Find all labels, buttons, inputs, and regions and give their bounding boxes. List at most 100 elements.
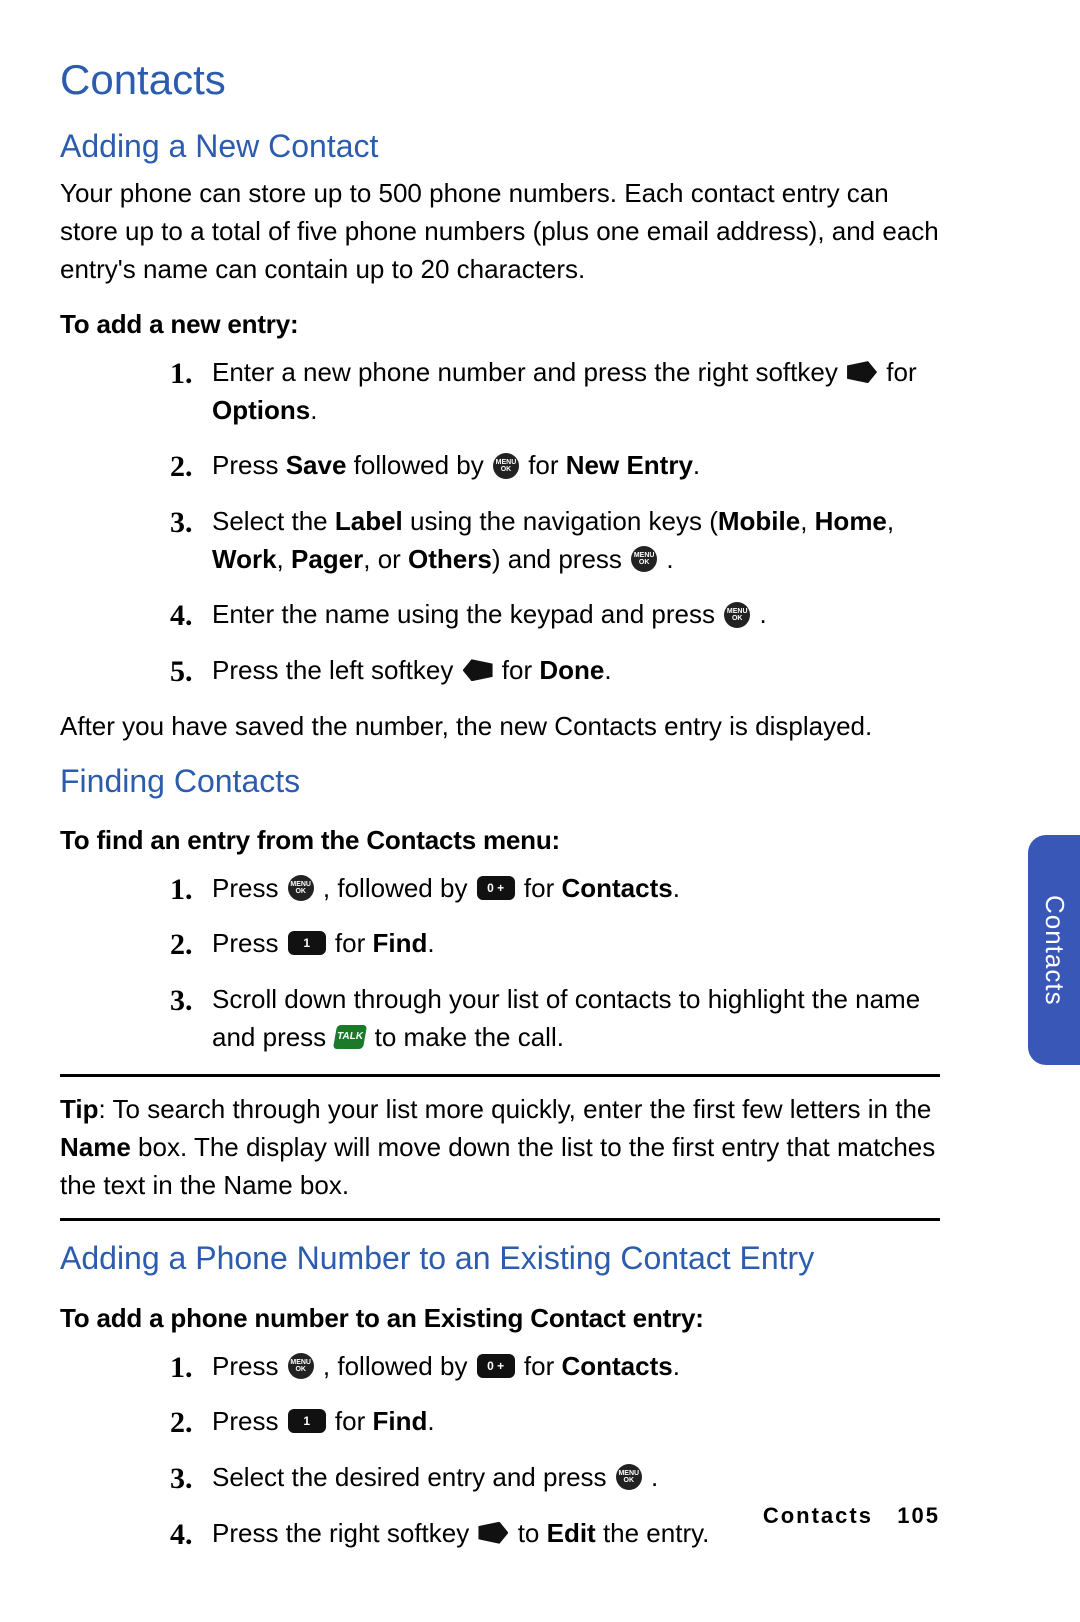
list-item: 2. Press 1 for Find. (170, 1403, 940, 1441)
text: , (277, 544, 291, 574)
page-footer: Contacts 105 (0, 1500, 1000, 1532)
text: , followed by (323, 1351, 475, 1381)
divider (60, 1218, 940, 1221)
text: followed by (346, 450, 491, 480)
sub-find-entry: To find an entry from the Contacts menu: (60, 822, 940, 860)
menu-ok-icon (724, 602, 750, 628)
text: Press (212, 1351, 286, 1381)
key-1-icon: 1 (288, 931, 326, 955)
text: , followed by (323, 873, 475, 903)
text-bold: Find (373, 928, 428, 958)
text: . (673, 873, 680, 903)
menu-ok-icon (288, 1353, 314, 1379)
text: box. The display will move down the list… (60, 1132, 935, 1200)
heading-finding: Finding Contacts (60, 758, 940, 804)
list-item: 4. Enter the name using the keypad and p… (170, 596, 940, 634)
text-bold: Others (408, 544, 492, 574)
text: . (693, 450, 700, 480)
steps-add-entry: 1. Enter a new phone number and press th… (60, 354, 940, 690)
text: Press (212, 928, 286, 958)
step-number: 3. (170, 979, 193, 1023)
text-bold: New Entry (566, 450, 693, 480)
text: . (651, 1462, 658, 1492)
footer-section: Contacts (763, 1503, 873, 1528)
text: ) and press (492, 544, 629, 574)
text-bold: Save (286, 450, 347, 480)
text: . (673, 1351, 680, 1381)
text-bold: Pager (291, 544, 363, 574)
list-item: 2. Press Save followed by for New Entry. (170, 447, 940, 485)
text: , or (363, 544, 408, 574)
side-tab-label: Contacts (1035, 895, 1073, 1006)
heading-add-existing: Adding a Phone Number to an Existing Con… (60, 1235, 940, 1281)
text: Press the left softkey (212, 655, 461, 685)
text-bold: Name (60, 1132, 131, 1162)
list-item: 1. Press , followed by 0 + for Contacts. (170, 1348, 940, 1386)
text-bold: Work (212, 544, 277, 574)
tip-text: Tip: To search through your list more qu… (60, 1091, 940, 1204)
step-number: 2. (170, 923, 193, 967)
list-item: 1. Enter a new phone number and press th… (170, 354, 940, 429)
menu-ok-icon (631, 546, 657, 572)
list-item: 3. Select the desired entry and press . (170, 1459, 940, 1497)
step-number: 3. (170, 501, 193, 545)
text: . (427, 928, 434, 958)
text: Select the desired entry and press (212, 1462, 614, 1492)
left-softkey-icon (463, 659, 493, 681)
text: . (666, 544, 673, 574)
text-bold: Home (815, 506, 887, 536)
key-0-icon: 0 + (477, 1354, 515, 1378)
text: using the navigation keys ( (403, 506, 718, 536)
text: Enter a new phone number and press the r… (212, 357, 845, 387)
text: Press (212, 1406, 286, 1436)
text: . (427, 1406, 434, 1436)
text: for (335, 928, 373, 958)
step-number: 1. (170, 352, 193, 396)
text: for (502, 655, 540, 685)
text: for (524, 1351, 562, 1381)
step-number: 2. (170, 1401, 193, 1445)
text-bold: Contacts (561, 873, 672, 903)
list-item: 2. Press 1 for Find. (170, 925, 940, 963)
sub-add-entry: To add a new entry: (60, 306, 940, 344)
divider (60, 1074, 940, 1077)
text: for (886, 357, 916, 387)
step-number: 5. (170, 650, 193, 694)
right-softkey-icon (847, 361, 877, 383)
text: , (887, 506, 894, 536)
text: Select the (212, 506, 335, 536)
text-bold: Label (335, 506, 403, 536)
text: for (335, 1406, 373, 1436)
steps-find-entry: 1. Press , followed by 0 + for Contacts.… (60, 870, 940, 1057)
text-bold: Options (212, 395, 310, 425)
key-0-icon: 0 + (477, 876, 515, 900)
list-item: 1. Press , followed by 0 + for Contacts. (170, 870, 940, 908)
text: , (800, 506, 814, 536)
text: for (528, 450, 566, 480)
text: . (759, 599, 766, 629)
text: to make the call. (375, 1022, 564, 1052)
text-bold: Mobile (718, 506, 800, 536)
heading-adding-new: Adding a New Contact (60, 123, 940, 169)
text-bold: Find (373, 1406, 428, 1436)
step-number: 3. (170, 1457, 193, 1501)
text: . (604, 655, 611, 685)
text: for (524, 873, 562, 903)
intro-text: Your phone can store up to 500 phone num… (60, 175, 940, 288)
text: : To search through your list more quick… (99, 1094, 932, 1124)
after-text: After you have saved the number, the new… (60, 708, 940, 746)
list-item: 5. Press the left softkey for Done. (170, 652, 940, 690)
list-item: 3. Select the Label using the navigation… (170, 503, 940, 578)
text: . (310, 395, 317, 425)
footer-page: 105 (897, 1503, 940, 1528)
tip-label: Tip (60, 1094, 99, 1124)
menu-ok-icon (493, 453, 519, 479)
text: Press (212, 873, 286, 903)
text: Scroll down through your list of contact… (212, 984, 920, 1052)
step-number: 4. (170, 594, 193, 638)
text: Enter the name using the keypad and pres… (212, 599, 722, 629)
side-tab: Contacts (1028, 835, 1080, 1065)
menu-ok-icon (288, 875, 314, 901)
text-bold: Done (539, 655, 604, 685)
page-title: Contacts (60, 50, 940, 111)
